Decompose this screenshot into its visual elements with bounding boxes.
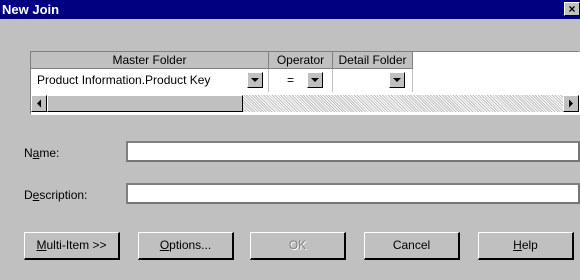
name-label-part: me: — [39, 146, 60, 160]
help-button[interactable]: Help — [478, 232, 574, 260]
cancel-button[interactable]: Cancel — [364, 232, 460, 260]
name-label-part: N — [24, 146, 33, 160]
right-arrow-icon — [569, 99, 573, 108]
close-icon: × — [568, 2, 576, 16]
join-grid: Master Folder Operator Detail Folder Pro… — [30, 51, 580, 115]
operator-cell[interactable]: = — [269, 69, 333, 92]
column-header-operator[interactable]: Operator — [269, 52, 333, 69]
close-button[interactable]: × — [564, 2, 580, 16]
operator-value: = — [287, 73, 295, 87]
master-folder-cell[interactable]: Product Information.Product Key — [31, 69, 269, 92]
multi-item-accesskey: M — [36, 238, 47, 252]
horizontal-scrollbar[interactable] — [31, 95, 579, 112]
description-label-part: scription: — [39, 188, 88, 202]
detail-folder-dropdown-button[interactable] — [389, 72, 405, 88]
column-header-master-folder[interactable]: Master Folder — [31, 52, 269, 69]
scrollbar-thumb[interactable] — [47, 95, 243, 112]
detail-folder-cell[interactable] — [333, 69, 413, 92]
description-label-part: D — [24, 188, 33, 202]
multi-item-button[interactable]: Multi-Item >> — [24, 232, 120, 260]
master-folder-value: Product Information.Product Key — [37, 73, 211, 87]
help-label: elp — [521, 238, 538, 252]
scroll-left-button[interactable] — [31, 95, 47, 112]
multi-item-label: ulti-Item >> — [46, 238, 107, 252]
title-bar: New Join × — [0, 0, 580, 19]
help-accesskey: H — [513, 238, 522, 252]
description-label: Description: — [24, 188, 87, 202]
new-join-dialog: New Join × Master Folder Operator Detail… — [0, 0, 580, 280]
description-field[interactable] — [126, 183, 580, 204]
scroll-right-button[interactable] — [563, 95, 579, 112]
options-accesskey: O — [159, 238, 170, 252]
options-button[interactable]: Options... — [138, 232, 234, 260]
name-field[interactable] — [126, 141, 580, 162]
options-label: ptions... — [169, 238, 212, 252]
name-label: Name: — [24, 146, 59, 160]
left-arrow-icon — [37, 99, 41, 108]
master-folder-dropdown-button[interactable] — [247, 72, 263, 88]
window-title: New Join — [2, 2, 60, 17]
column-header-detail-folder[interactable]: Detail Folder — [333, 52, 413, 69]
ok-button[interactable]: OK — [250, 232, 346, 260]
operator-dropdown-button[interactable] — [307, 72, 323, 88]
